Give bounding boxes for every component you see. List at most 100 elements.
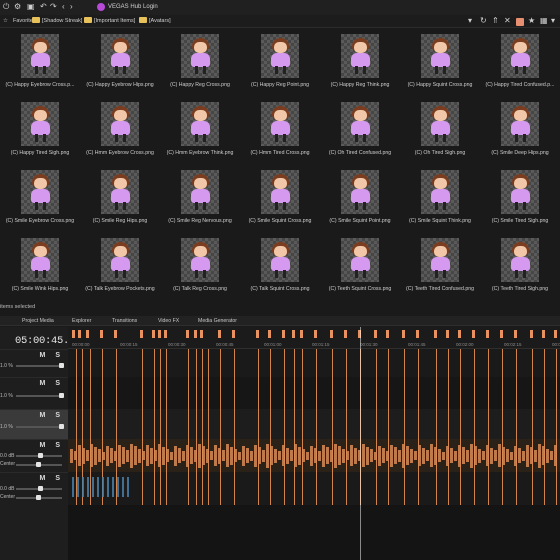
timeline-marker[interactable] (194, 330, 197, 338)
timeline-marker[interactable] (72, 330, 75, 338)
file-item[interactable]: (C) Happy Reg Point.png (240, 28, 320, 94)
file-item[interactable]: (C) Teeth Squint Cross.png (320, 232, 400, 298)
timeline-marker[interactable] (140, 330, 143, 338)
timeline-marker[interactable] (500, 330, 503, 338)
timeline-marker[interactable] (114, 330, 117, 338)
file-item[interactable]: (C) Smile Reg Nervous.png (160, 164, 240, 230)
file-item[interactable]: (C) Hmm Tired Cross.png (240, 96, 320, 162)
timeline-area[interactable]: 00:00:00 00:00:15 00:00:30 00:00:45 00:01:00… (68, 327, 560, 560)
level-slider[interactable] (16, 395, 62, 397)
timeline-marker[interactable] (530, 330, 533, 338)
timeline-marker[interactable] (268, 330, 271, 338)
folder-avatars[interactable]: [Avatars] (139, 17, 171, 25)
file-item[interactable]: (C) Oh Tired Confused.png (320, 96, 400, 162)
timeline-ruler[interactable]: 00:00:00 00:00:15 00:00:30 00:00:45 00:01:00… (68, 327, 560, 349)
timeline-marker[interactable] (218, 330, 221, 338)
audio-track-header[interactable]: M S 0.0 dB Center (0, 439, 68, 472)
forward-icon[interactable]: › (70, 2, 73, 12)
file-item[interactable]: (C) Hmm Eyebrow Cross.png (80, 96, 160, 162)
timeline-marker[interactable] (514, 330, 517, 338)
file-item[interactable]: (C) Smile Wink Hips.png (0, 232, 80, 298)
timeline-marker[interactable] (232, 330, 235, 338)
views-icon[interactable]: ▦ (540, 16, 548, 26)
tab-explorer[interactable]: Explorer (72, 318, 91, 325)
level-slider-knob[interactable] (59, 363, 64, 368)
volume-slider-knob[interactable] (38, 453, 43, 458)
back-icon[interactable]: ‹ (62, 2, 65, 12)
file-item[interactable]: (C) Teeth Tired Sigh.png (480, 232, 560, 298)
favorite-add-icon[interactable]: ★ (528, 16, 535, 26)
mute-solo-buttons[interactable]: M S (40, 475, 64, 482)
tab-transitions[interactable]: Transitions (112, 318, 137, 325)
level-slider[interactable] (16, 365, 62, 367)
track-header[interactable]: M S 1.0 % (0, 349, 68, 377)
file-item[interactable]: (C) Happy Reg Cross.png (160, 28, 240, 94)
file-item[interactable]: (C) Talk Squint Cross.png (240, 232, 320, 298)
folder-important-items[interactable]: [Important Items] (84, 17, 135, 25)
empty-timeline-area[interactable] (68, 505, 560, 560)
file-item[interactable]: (C) Smile Squint Think.png (400, 164, 480, 230)
timeline-marker[interactable] (164, 330, 167, 338)
file-item[interactable]: (C) Smile Eyebrow Cross.png (0, 164, 80, 230)
highlighted-view-icon[interactable] (516, 18, 524, 26)
playhead-cursor[interactable] (360, 327, 361, 560)
file-item[interactable]: (C) Teeth Tired Confused.png (400, 232, 480, 298)
timeline-marker[interactable] (386, 330, 389, 338)
timeline-marker[interactable] (186, 330, 189, 338)
file-item[interactable]: (C) Happy Squint Cross.png (400, 28, 480, 94)
timeline-marker[interactable] (446, 330, 449, 338)
timeline-marker[interactable] (78, 330, 81, 338)
track-header-selected[interactable]: M S 1.0 % (0, 409, 68, 439)
file-item[interactable]: (C) Smile Squint Point.png (320, 164, 400, 230)
timeline-marker[interactable] (542, 330, 545, 338)
mute-solo-buttons[interactable]: M S (40, 412, 64, 419)
mute-solo-buttons[interactable]: M S (40, 442, 64, 449)
folder-shadow-streak[interactable]: [Shadow Streak] (32, 17, 82, 25)
timeline-marker[interactable] (300, 330, 303, 338)
file-item[interactable]: (C) Smile Squint Cross.png (240, 164, 320, 230)
timeline-marker[interactable] (486, 330, 489, 338)
file-item[interactable]: (C) Happy Eyebrow Cross.p... (0, 28, 80, 94)
redo-icon[interactable]: ↷ (50, 2, 57, 12)
more-icon[interactable]: ▾ (551, 16, 555, 26)
level-slider-knob[interactable] (59, 424, 64, 429)
file-item[interactable]: (C) Smile Deep Hips.png (480, 96, 560, 162)
volume-slider-knob[interactable] (38, 486, 43, 491)
tab-video-fx[interactable]: Video FX (158, 318, 179, 325)
track-header[interactable]: M S 1.0 % (0, 377, 68, 409)
timeline-marker[interactable] (86, 330, 89, 338)
timeline-marker[interactable] (458, 330, 461, 338)
timeline-marker[interactable] (282, 330, 285, 338)
pan-slider-knob[interactable] (36, 462, 41, 467)
refresh-icon[interactable]: ↻ (480, 16, 487, 26)
dropdown-icon[interactable]: ▾ (468, 16, 472, 26)
power-icon[interactable]: ⏻ (3, 2, 9, 12)
file-item[interactable]: (C) Hmm Eyebrow Think.png (160, 96, 240, 162)
mute-solo-buttons[interactable]: M S (40, 380, 64, 387)
timeline-marker[interactable] (200, 330, 203, 338)
timeline-marker[interactable] (416, 330, 419, 338)
tab-project-media[interactable]: Project Media (22, 318, 54, 325)
audio-track-header[interactable]: M S 0.0 dB Center (0, 472, 68, 505)
file-item[interactable]: (C) Talk Eyebrow Pockets.png (80, 232, 160, 298)
file-item[interactable]: (C) Happy Reg Think.png (320, 28, 400, 94)
timeline-marker[interactable] (152, 330, 155, 338)
file-item[interactable]: (C) Oh Tired Sigh.png (400, 96, 480, 162)
undo-icon[interactable]: ↶ (40, 2, 47, 12)
file-item[interactable]: (C) Happy Tired Sigh.png (0, 96, 80, 162)
timeline-marker[interactable] (472, 330, 475, 338)
timeline-marker[interactable] (344, 330, 347, 338)
file-item[interactable]: (C) Talk Reg Cross.png (160, 232, 240, 298)
level-slider[interactable] (16, 426, 62, 428)
timeline-marker[interactable] (314, 330, 317, 338)
file-item[interactable]: (C) Smile Reg Hips.png (80, 164, 160, 230)
pan-slider-knob[interactable] (36, 495, 41, 500)
timeline-marker[interactable] (374, 330, 377, 338)
file-item[interactable]: (C) Smile Tired Sigh.png (480, 164, 560, 230)
file-item[interactable]: (C) Happy Tired Confused.p... (480, 28, 560, 94)
up-folder-icon[interactable]: ⇑ (492, 16, 499, 26)
file-item[interactable]: (C) Happy Eyebrow Hips.png (80, 28, 160, 94)
timeline-marker[interactable] (330, 330, 333, 338)
timeline-marker[interactable] (434, 330, 437, 338)
delete-icon[interactable]: ✕ (504, 16, 511, 26)
